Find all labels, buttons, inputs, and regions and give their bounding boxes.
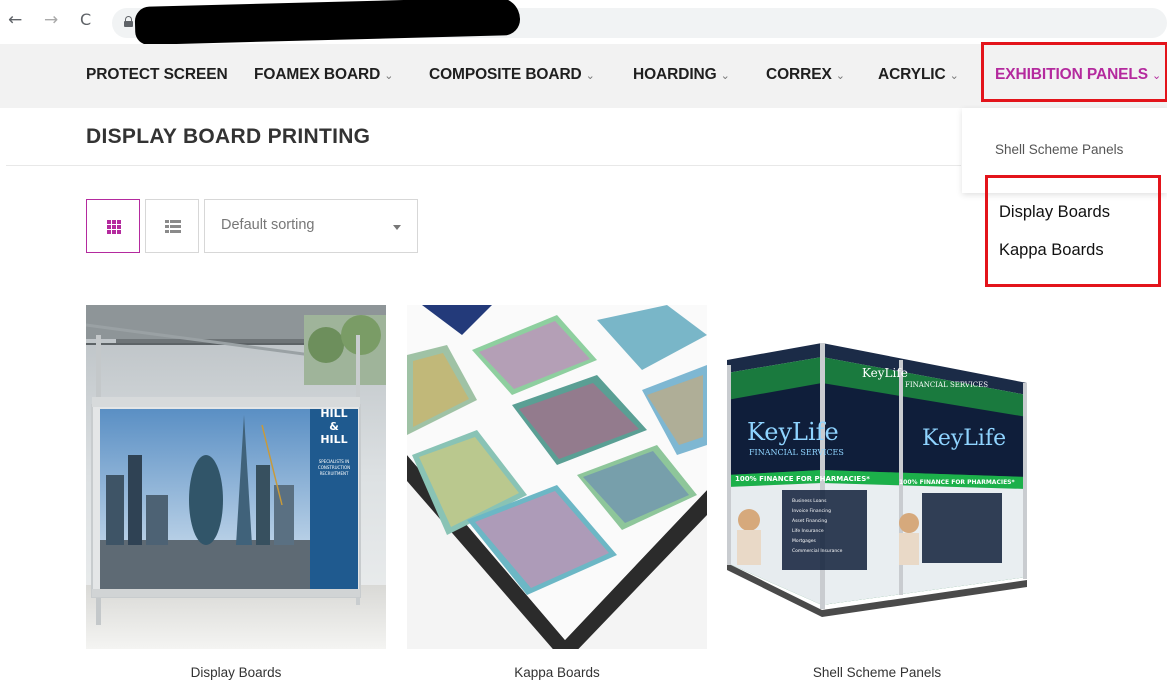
- nav-item-foamex-board[interactable]: FOAMEX BOARD ⌄: [254, 66, 393, 84]
- nav-item-label: HOARDING: [633, 66, 717, 83]
- caret-down-icon: [393, 225, 401, 230]
- booth-header-brand: KeyLife: [862, 366, 908, 380]
- sign-brand-line-3: HILL: [320, 433, 347, 446]
- sign-brand-line-1: HILL: [320, 407, 347, 420]
- product-image[interactable]: [407, 305, 707, 649]
- nav-item-label: CORREX: [766, 66, 832, 83]
- booth-right-brand: KeyLife: [922, 426, 1006, 451]
- chevron-down-icon: ⌄: [384, 70, 394, 82]
- display-board-image: HILL & HILL SPECIALISTS IN CONSTRUCTION …: [86, 305, 386, 649]
- product-image[interactable]: HILL & HILL SPECIALISTS IN CONSTRUCTION …: [86, 305, 386, 649]
- sort-selected-value: Default sorting: [221, 217, 315, 233]
- sort-select[interactable]: Default sorting: [204, 199, 418, 253]
- sign-tagline-2: CONSTRUCTION: [318, 465, 350, 470]
- booth-list-item: Commercial Insurance: [792, 548, 843, 554]
- annotated-item-display-boards[interactable]: Display Boards: [999, 203, 1110, 222]
- back-icon[interactable]: ←: [8, 10, 22, 30]
- chevron-down-icon: ⌄: [835, 70, 845, 82]
- page-title: DISPLAY BOARD PRINTING: [86, 125, 371, 148]
- divider: [6, 165, 961, 166]
- browser-toolbar: ← → C: [0, 0, 1167, 46]
- grid-view-button[interactable]: [86, 199, 140, 253]
- nav-item-label: FOAMEX BOARD: [254, 66, 381, 83]
- product-title[interactable]: Kappa Boards: [407, 665, 707, 680]
- reload-icon[interactable]: C: [80, 10, 91, 29]
- sign-tagline-1: SPECIALISTS IN: [319, 459, 350, 464]
- booth-right-banner: 100% FINANCE FOR PHARMACIES*: [899, 479, 1015, 486]
- kappa-board-image: [407, 305, 707, 649]
- booth-left-brand: KeyLife: [747, 418, 839, 446]
- chevron-down-icon: ⌄: [949, 70, 959, 82]
- nav-item-acrylic[interactable]: ACRYLIC ⌄: [878, 66, 959, 84]
- nav-item-label: COMPOSITE BOARD: [429, 66, 582, 83]
- nav-item-label: PROTECT SCREEN: [86, 66, 228, 83]
- annotation-highlight-menu: [981, 42, 1167, 102]
- nav-item-protect-screen[interactable]: PROTECT SCREEN: [86, 66, 228, 84]
- booth-list-item: Business Loans: [792, 498, 827, 504]
- product-image[interactable]: KeyLife FINANCIAL SERVICES KeyLife FINAN…: [727, 305, 1027, 649]
- booth-list-item: Mortgages: [792, 538, 816, 544]
- booth-left-sub: FINANCIAL SERVICES: [749, 448, 844, 457]
- grid-icon: [107, 220, 121, 234]
- lock-icon: [124, 16, 133, 27]
- list-icon: [165, 220, 181, 233]
- annotated-item-kappa-boards[interactable]: Kappa Boards: [999, 241, 1104, 260]
- sign-brand-line-2: &: [329, 420, 339, 433]
- sign-tagline-3: RECRUITMENT: [320, 471, 349, 476]
- product-title[interactable]: Display Boards: [86, 665, 386, 680]
- dropdown-item-shell-scheme-panels[interactable]: Shell Scheme Panels: [995, 142, 1123, 157]
- nav-item-correx[interactable]: CORREX ⌄: [766, 66, 845, 84]
- chevron-down-icon: ⌄: [585, 70, 595, 82]
- nav-item-label: ACRYLIC: [878, 66, 946, 83]
- redaction-mark: [134, 0, 521, 46]
- product-title[interactable]: Shell Scheme Panels: [727, 665, 1027, 680]
- booth-list-item: Asset Financing: [792, 518, 827, 524]
- booth-list-item: Life Insurance: [792, 528, 824, 534]
- nav-item-hoarding[interactable]: HOARDING ⌄: [633, 66, 730, 84]
- nav-item-composite-board[interactable]: COMPOSITE BOARD ⌄: [429, 66, 595, 84]
- chevron-down-icon: ⌄: [720, 70, 730, 82]
- forward-icon[interactable]: →: [44, 10, 58, 30]
- shell-scheme-image: KeyLife FINANCIAL SERVICES KeyLife FINAN…: [727, 305, 1027, 649]
- booth-header-sub: FINANCIAL SERVICES: [905, 381, 988, 389]
- booth-list-item: Invoice Financing: [792, 508, 831, 514]
- list-view-button[interactable]: [145, 199, 199, 253]
- booth-left-banner: 100% FINANCE FOR PHARMACIES*: [735, 475, 870, 483]
- annotation-highlight-submenu: [985, 175, 1161, 287]
